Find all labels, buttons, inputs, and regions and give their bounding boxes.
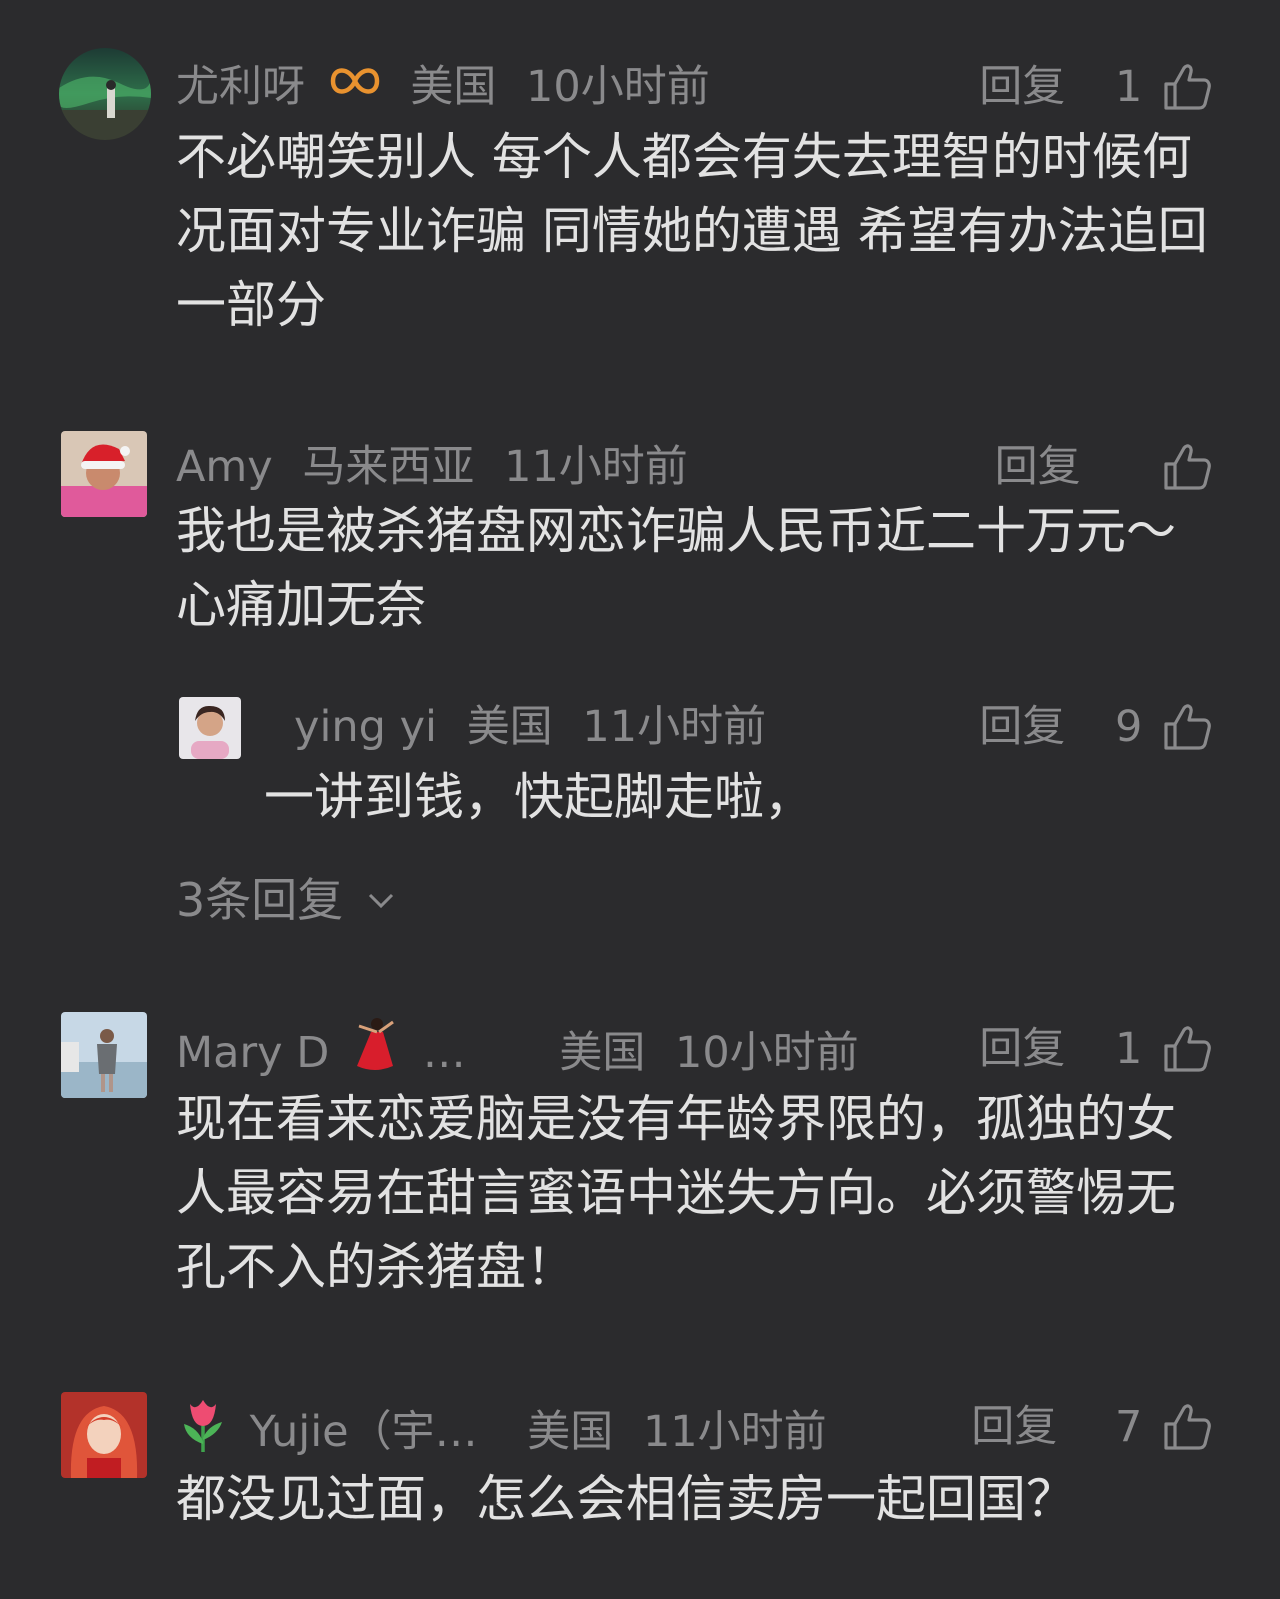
- like-count: 9: [1114, 701, 1143, 752]
- comment-actions: 回复 1: [979, 54, 1212, 114]
- avatar[interactable]: [61, 1012, 147, 1098]
- like-count: 1: [1114, 1023, 1143, 1074]
- timestamp: 11小时前: [642, 1407, 827, 1457]
- comment-text: 不必嘲笑别人 每个人都会有失去理智的时候何况面对专业诈骗 同情她的遭遇 希望有办…: [176, 128, 1208, 334]
- thumbs-up-icon[interactable]: [1162, 62, 1212, 112]
- more-replies-label: 3条回复: [176, 872, 344, 927]
- like-count: 7: [1114, 1401, 1143, 1452]
- timestamp: 10小时前: [526, 61, 710, 112]
- username[interactable]: Amy: [176, 437, 273, 497]
- location: 马来西亚: [302, 441, 475, 492]
- comment-meta: Amy 马来西亚 11小时前: [176, 434, 688, 494]
- portrait-avatar-image: [179, 697, 241, 759]
- username[interactable]: 尤利呀: [176, 57, 305, 117]
- avatar[interactable]: [61, 1392, 147, 1478]
- comment-text: 都没见过面，怎么会相信卖房一起回国？: [176, 1470, 1076, 1528]
- comment-meta: Yujie（宇… 美国 11小时前: [176, 1394, 827, 1457]
- reply-button[interactable]: 回复: [979, 697, 1065, 757]
- comment-meta: Mary D … 美国 10小时前: [176, 1016, 859, 1078]
- reply-meta: ying yi 美国 11小时前: [294, 694, 766, 754]
- reply-actions: 回复 9: [979, 694, 1212, 754]
- waterfront-avatar-image: [61, 1012, 147, 1098]
- username[interactable]: ying yi: [294, 697, 437, 757]
- avatar[interactable]: [59, 48, 151, 140]
- christmas-hat-avatar-image: [61, 431, 147, 517]
- chevron-down-icon: [368, 893, 393, 908]
- reply-text: 一讲到钱，快起脚走啦，: [264, 768, 814, 826]
- reply-button[interactable]: 回复: [979, 57, 1065, 117]
- dancer-emoji-icon: [349, 1016, 401, 1090]
- location: 美国: [410, 61, 497, 112]
- reply-button[interactable]: 回复: [971, 1397, 1057, 1457]
- thumbs-up-icon[interactable]: [1162, 442, 1212, 492]
- comment-text: 我也是被杀猪盘网恋诈骗人民币近二十万元～心痛加无奈: [176, 502, 1176, 634]
- username[interactable]: Yujie（宇…: [250, 1402, 478, 1462]
- infinity-badge-icon: [329, 57, 381, 117]
- username[interactable]: Mary D: [176, 1023, 329, 1083]
- tulip-emoji-icon: [176, 1394, 230, 1470]
- timestamp: 11小时前: [504, 441, 688, 492]
- location: 美国: [466, 701, 553, 752]
- timestamp: 10小时前: [675, 1028, 859, 1078]
- timestamp: 11小时前: [582, 701, 767, 752]
- location: 美国: [527, 1407, 614, 1457]
- more-replies-toggle[interactable]: 3条回复: [176, 866, 398, 927]
- like-count: 1: [1114, 61, 1143, 112]
- comment-actions: 回复: [995, 434, 1212, 494]
- comment-text: 现在看来恋爱脑是没有年龄界限的，孤独的女人最容易在甜言蜜语中迷失方向。必须警惕无…: [176, 1090, 1176, 1296]
- anime-character-avatar-image: [61, 1392, 147, 1478]
- thumbs-up-icon[interactable]: [1162, 702, 1212, 752]
- aurora-avatar-image: [59, 48, 151, 140]
- username-ellipsis: …: [422, 1028, 466, 1078]
- reply-button[interactable]: 回复: [995, 437, 1081, 497]
- reply-button[interactable]: 回复: [979, 1019, 1065, 1079]
- location: 美国: [559, 1028, 646, 1078]
- thumbs-up-icon[interactable]: [1162, 1402, 1212, 1452]
- comment-actions: 回复 7: [971, 1394, 1212, 1454]
- comment-actions: 回复 1: [979, 1016, 1212, 1076]
- thumbs-up-icon[interactable]: [1162, 1024, 1212, 1074]
- reply-avatar[interactable]: [179, 697, 241, 759]
- avatar[interactable]: [61, 431, 147, 517]
- comment-meta: 尤利呀 美国 10小时前: [176, 54, 710, 114]
